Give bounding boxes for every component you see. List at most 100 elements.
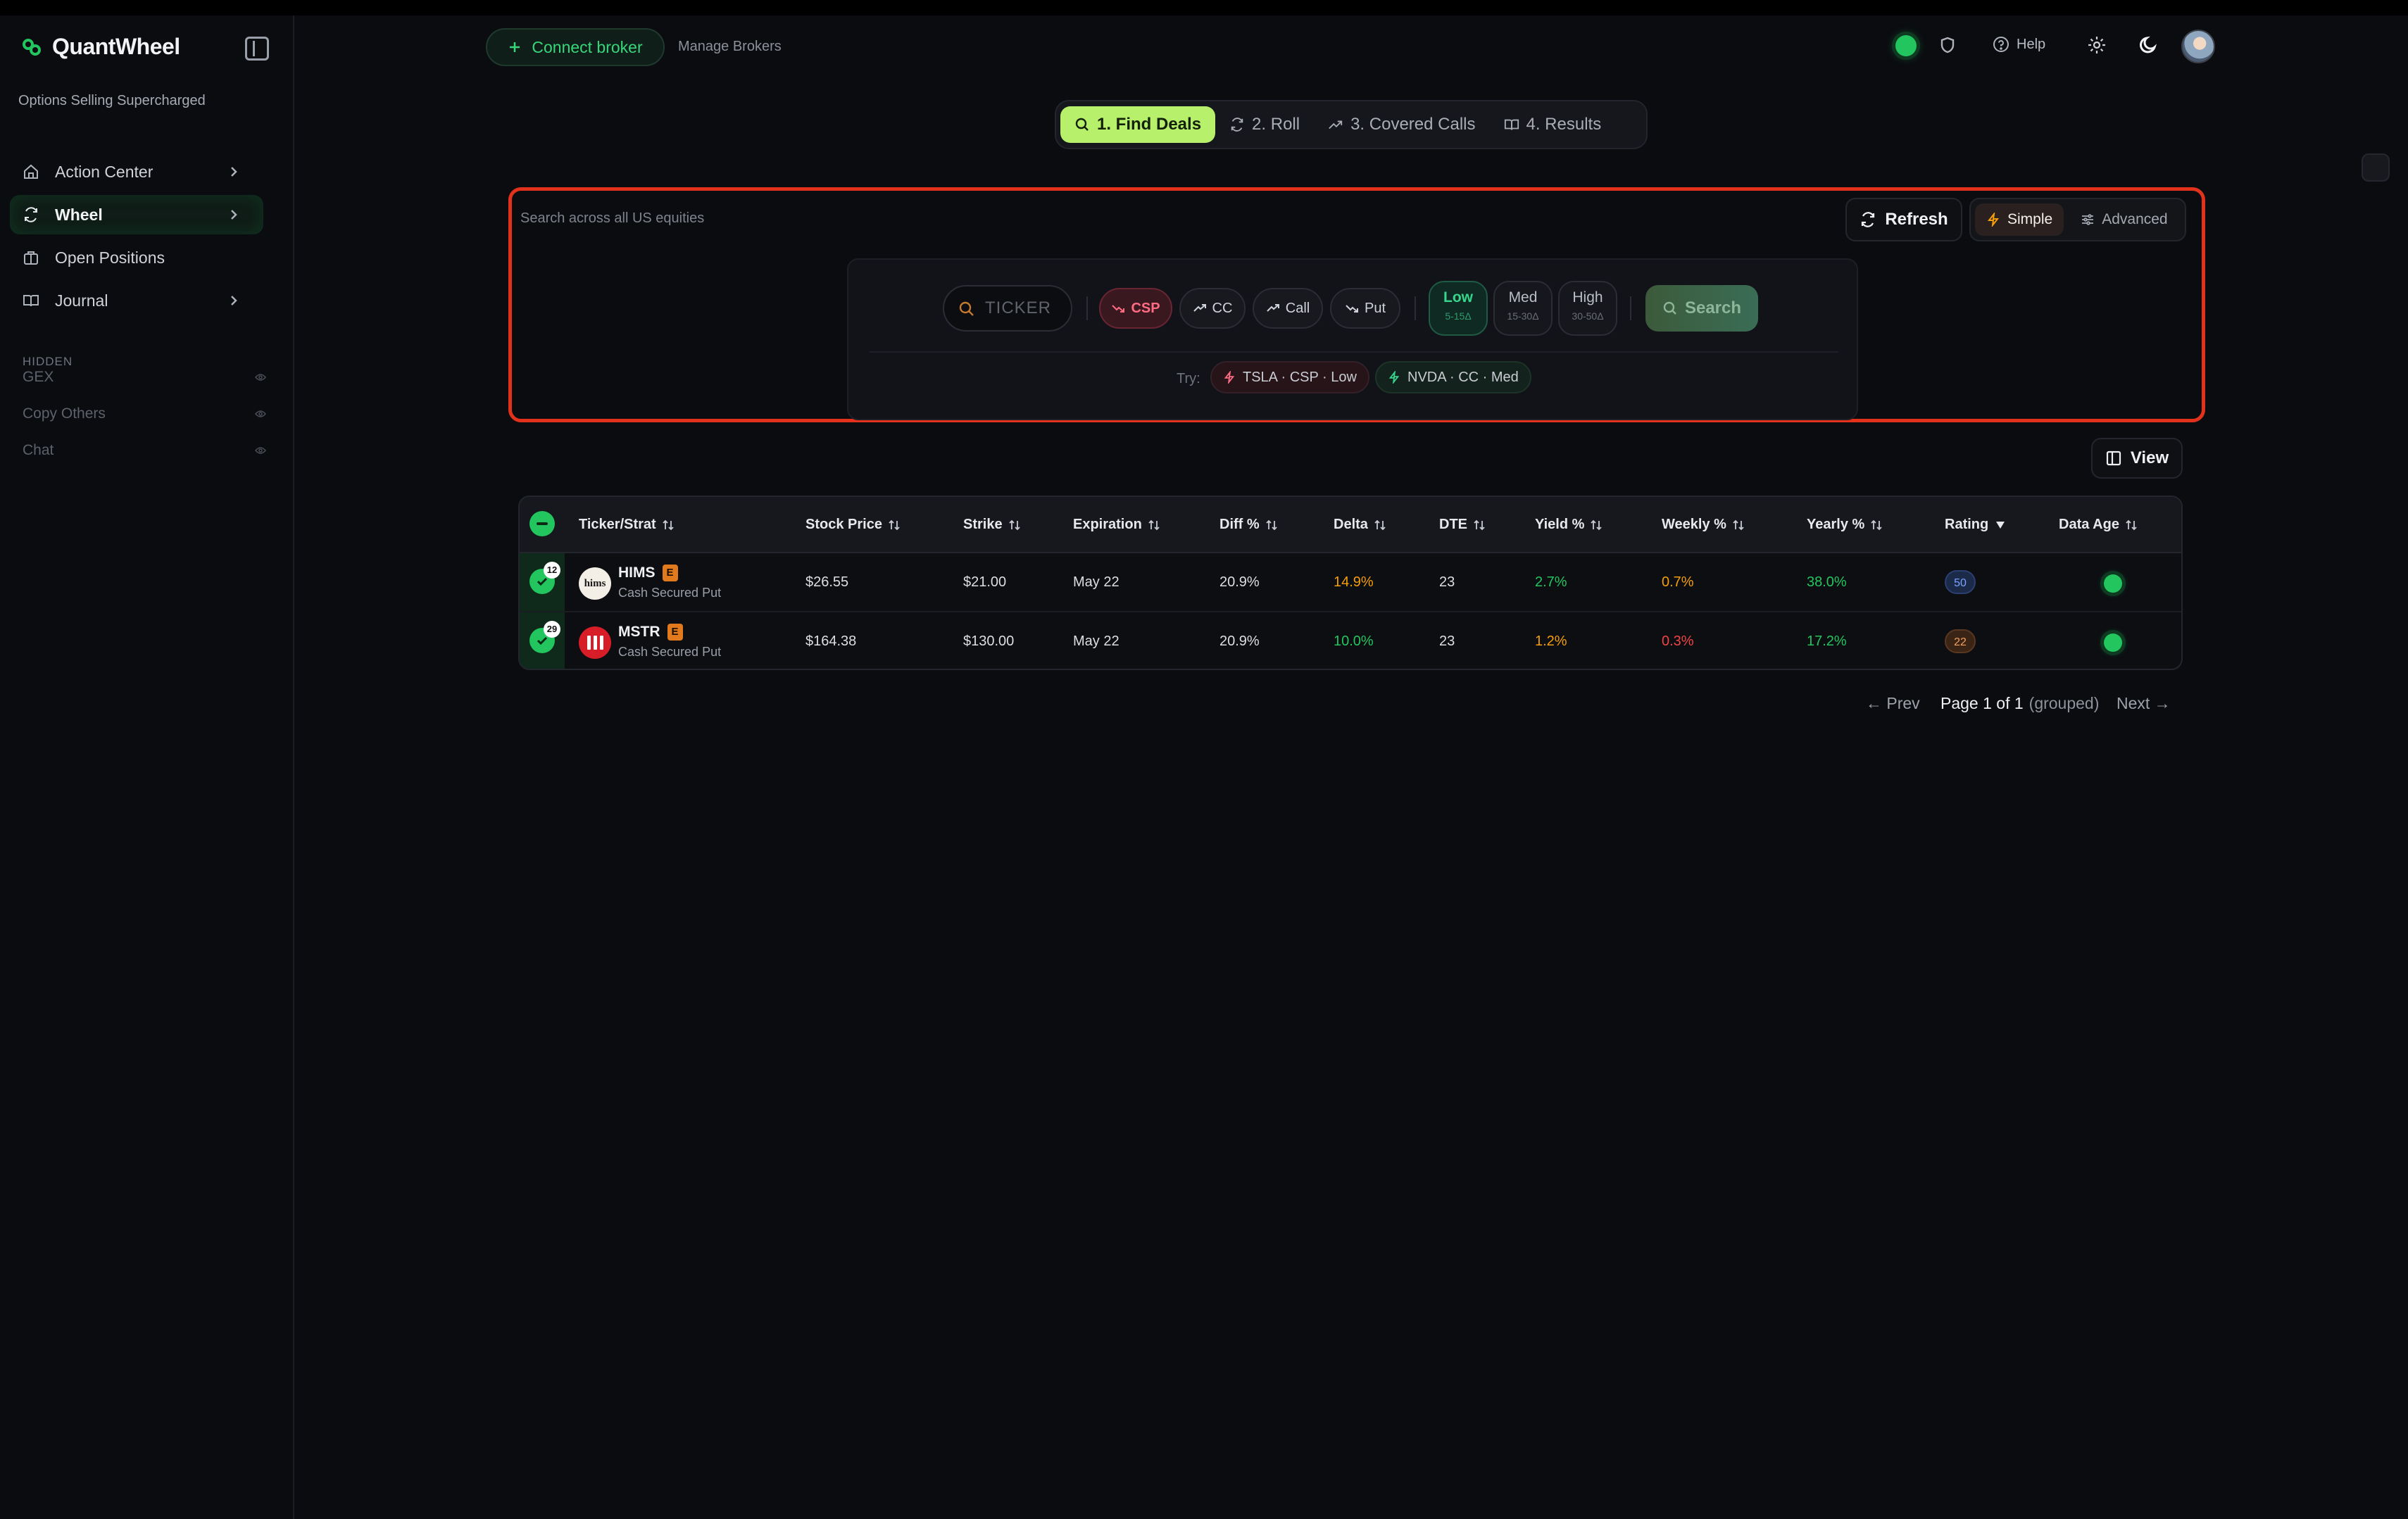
risk-high[interactable]: High 30-50Δ	[1558, 281, 1617, 336]
sort-icon	[1148, 519, 1160, 530]
cell-diff: 20.9%	[1219, 574, 1260, 590]
cell-dte: 23	[1439, 634, 1455, 649]
row-strategy: Cash Secured Put	[618, 645, 722, 659]
hidden-item-label: Chat	[23, 442, 54, 458]
column-header-delta[interactable]: Delta	[1334, 517, 1386, 533]
row-count-badge: 12	[544, 562, 560, 579]
eye-icon[interactable]	[255, 446, 266, 455]
shield-icon[interactable]	[1936, 34, 1959, 56]
sort-icon	[1266, 519, 1277, 530]
briefcase-icon	[24, 251, 38, 265]
view-button[interactable]: View	[2091, 438, 2183, 479]
tab-find-deals[interactable]: 1. Find Deals	[1060, 106, 1216, 143]
try-chip-nvda[interactable]: NVDA · CC · Med	[1375, 361, 1531, 393]
column-header-rating[interactable]: Rating	[1945, 517, 2007, 533]
user-avatar[interactable]	[2181, 30, 2215, 63]
column-header-expiration[interactable]: Expiration	[1073, 517, 1160, 533]
rating-badge: 50	[1945, 570, 1976, 594]
strategy-label: CC	[1212, 300, 1233, 316]
panel-toggle-icon[interactable]	[2362, 153, 2390, 182]
manage-brokers-link[interactable]: Manage Brokers	[678, 39, 782, 55]
strategy-cc[interactable]: CC	[1179, 288, 1246, 329]
risk-low[interactable]: Low 5-15Δ	[1429, 281, 1488, 336]
risk-med[interactable]: Med 15-30Δ	[1493, 281, 1553, 336]
column-header-dte[interactable]: DTE	[1439, 517, 1486, 533]
tab-roll[interactable]: 2. Roll	[1215, 106, 1314, 143]
sliders-icon	[2082, 214, 2094, 225]
sidebar-item-open-positions[interactable]: Open Positions	[10, 238, 263, 277]
select-all-toggle[interactable]	[529, 511, 555, 536]
column-header-diff[interactable]: Diff %	[1219, 517, 1278, 533]
column-header-weekly[interactable]: Weekly %	[1662, 517, 1745, 533]
tab-label: 2. Roll	[1252, 115, 1300, 134]
hidden-item-gex[interactable]: GEX	[23, 369, 266, 386]
grouped-label: (grouped)	[2028, 694, 2100, 712]
search-button[interactable]: Search	[1645, 285, 1758, 332]
connection-status-dot[interactable]	[1895, 35, 1917, 56]
column-header-stock-price[interactable]: Stock Price	[805, 517, 901, 533]
risk-label: Med	[1508, 289, 1538, 305]
next-page-button[interactable]: Next →	[2117, 694, 2171, 713]
sidebar-item-wheel[interactable]: Wheel	[10, 195, 263, 234]
trending-down-icon	[1112, 305, 1125, 313]
divider	[870, 351, 1838, 353]
chevron-right-icon	[231, 296, 237, 305]
try-label: Try:	[1177, 371, 1200, 386]
mode-advanced[interactable]: Advanced	[2069, 203, 2178, 236]
strategy-call[interactable]: Call	[1253, 288, 1323, 329]
connect-broker-label: Connect broker	[532, 37, 643, 56]
column-header-yearly[interactable]: Yearly %	[1807, 517, 1883, 533]
try-chip-tsla[interactable]: TSLA · CSP · Low	[1210, 361, 1369, 393]
deals-table: Ticker/Strat Stock Price Strike Expirati…	[518, 496, 2183, 670]
sort-icon	[663, 519, 674, 530]
strategy-csp[interactable]: CSP	[1099, 288, 1172, 329]
mode-label: Advanced	[2102, 211, 2168, 227]
column-header-yield[interactable]: Yield %	[1535, 517, 1603, 533]
column-label: Ticker/Strat	[579, 517, 656, 532]
sort-icon	[1591, 519, 1603, 530]
strategy-label: CSP	[1131, 300, 1160, 316]
prev-page-button[interactable]: ← Prev	[1866, 694, 1920, 713]
tab-label: 4. Results	[1526, 115, 1602, 134]
moon-icon[interactable]	[2138, 34, 2160, 56]
refresh-icon	[1862, 212, 1875, 227]
hidden-item-chat[interactable]: Chat	[23, 442, 266, 459]
column-header-strike[interactable]: Strike	[963, 517, 1021, 533]
table-row[interactable]: 12 hims HIMS E Cash Secured Put $26.55 $…	[520, 553, 2181, 612]
sidebar-item-action-center[interactable]: Action Center	[10, 152, 263, 191]
divider	[1415, 296, 1416, 320]
eye-icon[interactable]	[255, 373, 266, 382]
search-label: Search	[1684, 298, 1742, 317]
connect-broker-button[interactable]: Connect broker	[486, 28, 665, 66]
sidebar-item-journal[interactable]: Journal	[10, 281, 263, 320]
lightning-icon	[1987, 213, 2000, 227]
help-button[interactable]: Help	[1993, 36, 2045, 53]
hidden-item-copy-others[interactable]: Copy Others	[23, 405, 266, 422]
tab-covered-calls[interactable]: 3. Covered Calls	[1314, 106, 1489, 143]
column-header-data-age[interactable]: Data Age	[2059, 517, 2138, 533]
lightning-icon	[1224, 371, 1235, 384]
row-ticker[interactable]: MSTR E	[618, 624, 683, 641]
row-ticker[interactable]: HIMS E	[618, 565, 678, 581]
brand[interactable]: QuantWheel	[21, 34, 180, 60]
column-header-ticker[interactable]: Ticker/Strat	[579, 517, 675, 533]
sort-icon	[1008, 519, 1020, 530]
gear-icon[interactable]	[2086, 34, 2108, 56]
lightning-icon	[1388, 371, 1400, 384]
sort-icon	[1733, 519, 1744, 530]
eye-icon[interactable]	[255, 410, 266, 418]
refresh-button[interactable]: Refresh	[1845, 198, 1962, 241]
table-header: Ticker/Strat Stock Price Strike Expirati…	[520, 497, 2181, 553]
column-label: Strike	[963, 517, 1003, 532]
trending-up-icon	[1267, 304, 1279, 312]
sidebar-collapse-icon[interactable]	[245, 37, 269, 61]
row-strategy: Cash Secured Put	[618, 586, 722, 600]
tab-results[interactable]: 4. Results	[1490, 106, 1616, 143]
refresh-cycle-icon	[1231, 118, 1243, 132]
quick-search-card: CSP CC Call Put Low 5-15Δ Med 15-30Δ Hig…	[847, 258, 1858, 420]
strategy-put[interactable]: Put	[1330, 288, 1400, 329]
brand-name: QuantWheel	[52, 34, 180, 59]
table-row[interactable]: 29 MSTR E Cash Secured Put $164.38 $130.…	[520, 612, 2181, 669]
mode-simple[interactable]: Simple	[1975, 203, 2064, 236]
column-label: Weekly %	[1662, 517, 1726, 532]
